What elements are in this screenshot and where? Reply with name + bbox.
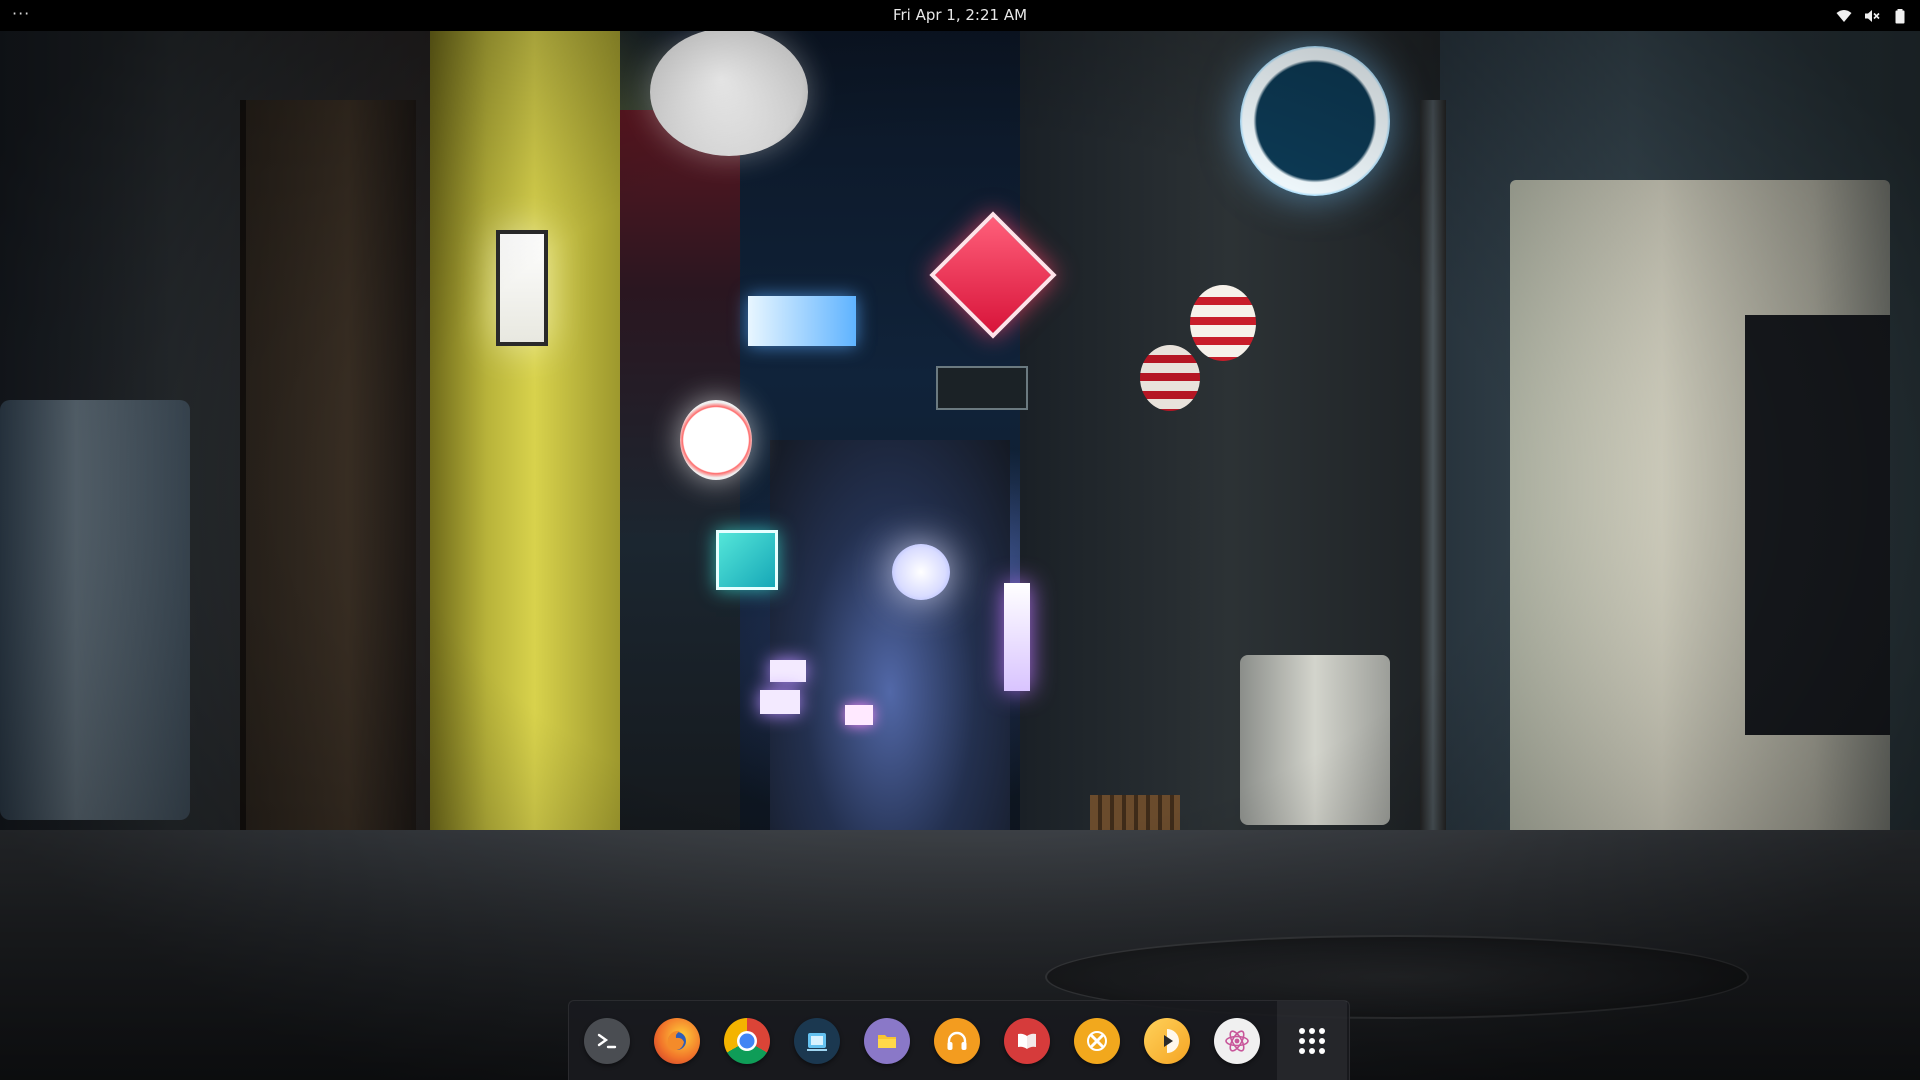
screenshot-icon: [794, 1017, 840, 1064]
book-icon: [1004, 1017, 1050, 1064]
atom-icon: [1214, 1017, 1260, 1064]
battery-icon: [1895, 8, 1905, 23]
dock-music[interactable]: [933, 1017, 981, 1065]
volume-muted-icon: [1865, 9, 1880, 22]
app-grid-icon: [1299, 1027, 1325, 1054]
dock-terminal[interactable]: [583, 1017, 631, 1065]
headphones-icon: [934, 1017, 980, 1064]
clock-area: Fri Apr 1, 2:21 AM: [0, 0, 1920, 31]
wallpaper-vignette: [0, 0, 1920, 1080]
firefox-icon: [654, 1017, 700, 1064]
desktop[interactable]: ··· Fri Apr 1, 2:21 AM: [0, 0, 1920, 1080]
dock-video-player[interactable]: [1143, 1017, 1191, 1065]
dock-tools[interactable]: [1073, 1017, 1121, 1065]
wifi-icon: [1836, 9, 1852, 22]
top-panel: ··· Fri Apr 1, 2:21 AM: [0, 0, 1920, 31]
dock-chrome[interactable]: [723, 1017, 771, 1065]
dock-screenshot[interactable]: [793, 1017, 841, 1065]
system-status-menu[interactable]: [1836, 0, 1908, 31]
play-icon: [1144, 1017, 1190, 1064]
chrome-icon: [724, 1017, 770, 1064]
clock-button[interactable]: Fri Apr 1, 2:21 AM: [893, 6, 1027, 24]
show-applications-button[interactable]: [1277, 1000, 1347, 1080]
tools-icon: [1074, 1017, 1120, 1064]
dock-files[interactable]: [863, 1017, 911, 1065]
dock-book-reader[interactable]: [1003, 1017, 1051, 1065]
dock-atom[interactable]: [1213, 1017, 1261, 1065]
folder-icon: [864, 1017, 910, 1064]
activities-button[interactable]: ···: [12, 0, 30, 31]
wallpaper-image: [0, 0, 1920, 1080]
terminal-icon: [584, 1017, 630, 1064]
dock-firefox[interactable]: [653, 1017, 701, 1065]
dock: [568, 1000, 1350, 1080]
